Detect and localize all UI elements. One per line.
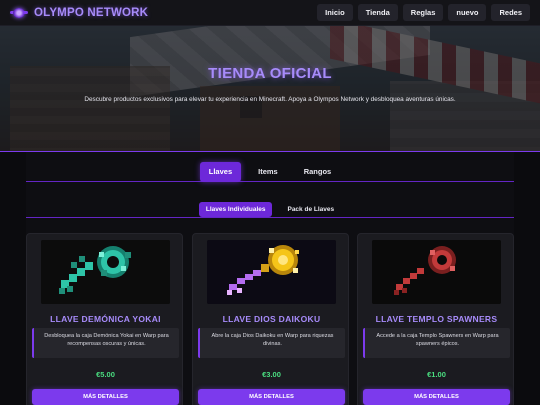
tabs-divider	[26, 181, 514, 182]
hero-title: TIENDA OFICIAL	[208, 65, 332, 82]
brand-name: OLYMPO NETWORK	[34, 6, 149, 19]
product-name: LLAVE DIOS DAIKOKU	[222, 314, 321, 324]
product-name: LLAVE DEMÓNICA YOKAI	[50, 314, 161, 324]
nav-link-reglas[interactable]: Reglas	[402, 4, 444, 21]
nav-links: Inicio Tienda Reglas nuevo Redes	[317, 4, 530, 21]
product-description: Desbloquea la caja Demónica Yokai en War…	[32, 328, 179, 358]
product-description: Abre la caja Dios Daikoku en Warp para r…	[198, 328, 345, 358]
nav-link-nuevo[interactable]: nuevo	[448, 4, 487, 21]
product-price: €5.00	[96, 370, 115, 379]
tab-llaves-individuales[interactable]: Llaves Individuales	[198, 202, 273, 217]
tab-items[interactable]: Items	[249, 162, 287, 182]
subtabs-divider	[26, 217, 514, 218]
product-card-yokai: LLAVE DEMÓNICA YOKAI Desbloquea la caja …	[26, 233, 183, 405]
product-name: LLAVE TEMPLO SPAWNERS	[375, 314, 498, 324]
golden-divine-key-icon	[207, 240, 336, 304]
product-card-spawners: LLAVE TEMPLO SPAWNERS Accede a la caja T…	[357, 233, 514, 405]
nav-link-redes[interactable]: Redes	[491, 4, 530, 21]
tab-pack-de-llaves[interactable]: Pack de Llaves	[280, 202, 341, 217]
more-details-button[interactable]: MÁS DETALLES	[363, 389, 510, 405]
product-price: €3.00	[262, 370, 281, 379]
more-details-button[interactable]: MÁS DETALLES	[32, 389, 179, 405]
logo[interactable]: OLYMPO NETWORK	[10, 7, 148, 19]
tab-llaves[interactable]: Llaves	[199, 162, 242, 182]
olympo-logo-icon	[10, 7, 28, 19]
more-details-button[interactable]: MÁS DETALLES	[198, 389, 345, 405]
nav-link-tienda[interactable]: Tienda	[357, 4, 398, 21]
subcategory-tabs: Llaves Individuales Pack de Llaves	[26, 202, 514, 217]
navbar: OLYMPO NETWORK Inicio Tienda Reglas nuev…	[0, 0, 540, 26]
product-price: €1.00	[427, 370, 446, 379]
product-image	[41, 240, 170, 304]
tab-rangos[interactable]: Rangos	[295, 162, 341, 182]
product-image	[372, 240, 501, 304]
product-image	[207, 240, 336, 304]
product-description: Accede a la caja Templo Spawners en Warp…	[363, 328, 510, 358]
nav-link-inicio[interactable]: Inicio	[317, 4, 353, 21]
store-content: Llaves Items Rangos Llaves Individuales …	[26, 152, 514, 405]
category-tabs: Llaves Items Rangos	[26, 162, 514, 182]
hero-subtitle: Descubre productos exclusivos para eleva…	[84, 96, 456, 103]
red-temple-key-icon	[372, 240, 501, 304]
product-card-daikoku: LLAVE DIOS DAIKOKU Abre la caja Dios Dai…	[192, 233, 349, 405]
hero-banner: TIENDA OFICIAL Descubre productos exclus…	[0, 26, 540, 152]
green-demonic-key-icon	[41, 240, 170, 304]
